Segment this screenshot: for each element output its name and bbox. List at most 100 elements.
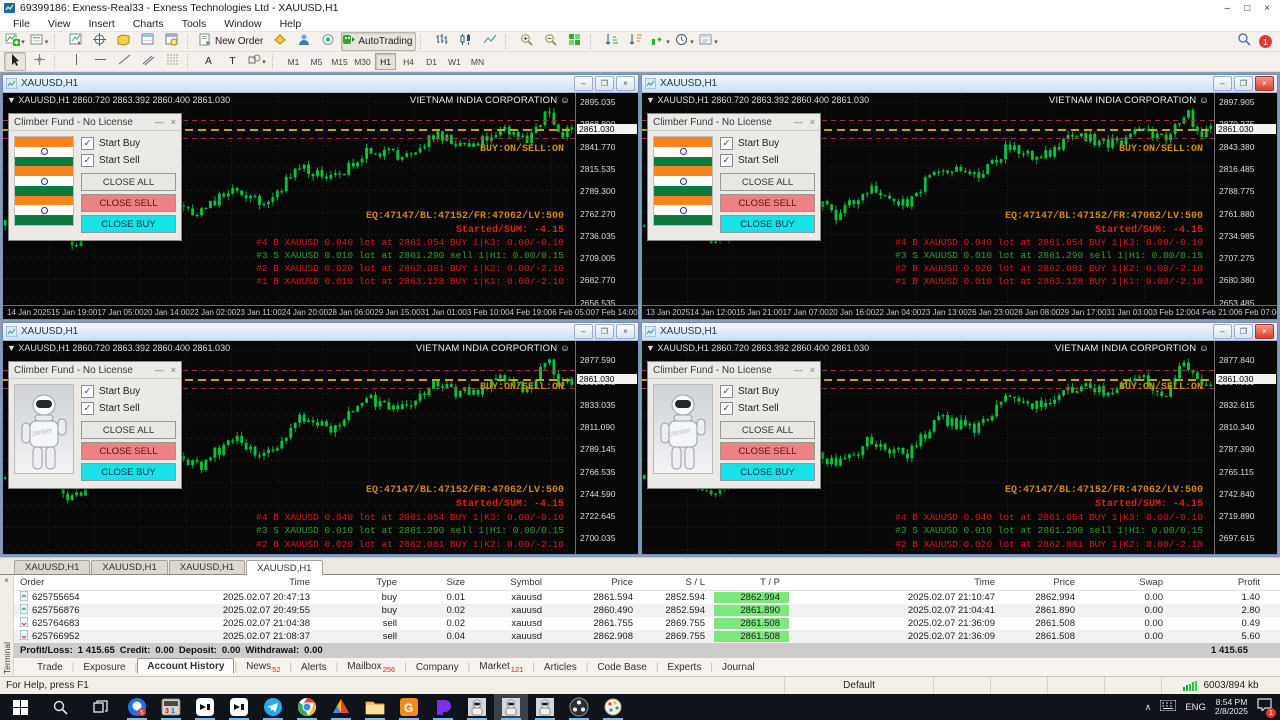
- chart-area[interactable]: ▼ XAUUSD,H1 2860.720 2863.392 2860.400 2…: [642, 341, 1277, 554]
- start-sell-checkbox[interactable]: ✓Start Sell: [81, 153, 176, 168]
- media-player-icon[interactable]: 31: [154, 694, 188, 720]
- paint-icon[interactable]: [596, 694, 630, 720]
- terminal-tab-mailbox[interactable]: Mailbox256: [338, 660, 404, 675]
- ea-panel[interactable]: Climber Fund - No License—×Climber✓Start…: [647, 361, 821, 489]
- column-header-profit[interactable]: Profit: [1172, 577, 1269, 588]
- drive-icon[interactable]: [324, 694, 358, 720]
- start-buy-checkbox[interactable]: ✓Start Buy: [720, 136, 815, 151]
- touch-keyboard-icon[interactable]: [1160, 698, 1176, 716]
- ea-panel[interactable]: Climber Fund - No License—×Climber✓Start…: [8, 361, 182, 489]
- price-scale[interactable]: 2897.9052870.2752843.3802816.4852788.775…: [1214, 93, 1277, 319]
- column-header-symbol[interactable]: Symbol: [474, 577, 551, 588]
- capcut-icon[interactable]: [188, 694, 222, 720]
- start-button[interactable]: [0, 694, 40, 720]
- start-buy-checkbox[interactable]: ✓Start Buy: [81, 136, 176, 151]
- autotrading-button[interactable]: AutoTrading: [341, 32, 416, 51]
- ea-minimize-icon[interactable]: —: [794, 365, 803, 375]
- trendline-tool-button[interactable]: [113, 52, 135, 71]
- line-chart-button[interactable]: [479, 32, 501, 51]
- close-sell-button[interactable]: CLOSE SELL: [720, 194, 815, 212]
- zalo-app-icon[interactable]: 5: [120, 694, 154, 720]
- new-order-button[interactable]: New Order: [198, 32, 267, 51]
- mt4-instance-icon-3[interactable]: [528, 694, 562, 720]
- close-button[interactable]: ×: [1264, 3, 1270, 14]
- horizontal-line-tool-button[interactable]: [89, 52, 111, 71]
- notification-badge[interactable]: 1: [1259, 35, 1272, 48]
- chart-area[interactable]: ▼ XAUUSD,H1 2860.720 2863.392 2860.400 2…: [3, 93, 638, 319]
- ea-close-icon[interactable]: ×: [171, 365, 176, 375]
- start-buy-checkbox[interactable]: ✓Start Buy: [720, 384, 815, 399]
- menu-tools[interactable]: Tools: [173, 18, 216, 30]
- terminal-tab-market[interactable]: Market121: [470, 660, 532, 675]
- menu-charts[interactable]: Charts: [124, 18, 173, 30]
- close-all-button[interactable]: CLOSE ALL: [720, 173, 815, 191]
- obs-icon[interactable]: [562, 694, 596, 720]
- ea-minimize-icon[interactable]: —: [155, 365, 164, 375]
- timeframe-w1-button[interactable]: W1: [444, 53, 465, 70]
- sound-button[interactable]: [317, 32, 339, 51]
- timeframe-m30-button[interactable]: M30: [352, 53, 373, 70]
- chart-close-button[interactable]: ×: [616, 76, 635, 91]
- tile-windows-button[interactable]: [564, 32, 586, 51]
- price-scale[interactable]: 2877.8402854.8902832.6152810.3402787.390…: [1214, 341, 1277, 554]
- templates-button[interactable]: ▾: [697, 32, 719, 51]
- start-buy-checkbox[interactable]: ✓Start Buy: [81, 384, 176, 399]
- bar-chart-button[interactable]: [431, 32, 453, 51]
- column-header-order[interactable]: Order: [14, 577, 134, 588]
- chart-minimize-button[interactable]: –: [1213, 324, 1232, 339]
- menu-window[interactable]: Window: [215, 18, 270, 30]
- menu-help[interactable]: Help: [271, 18, 311, 30]
- start-sell-checkbox[interactable]: ✓Start Sell: [81, 401, 176, 416]
- close-all-button[interactable]: CLOSE ALL: [81, 421, 176, 439]
- maximize-button[interactable]: □: [1244, 3, 1250, 14]
- terminal-button[interactable]: [137, 32, 159, 51]
- column-header-size[interactable]: Size: [406, 577, 474, 588]
- close-buy-button[interactable]: CLOSE BUY: [720, 215, 815, 233]
- timeframe-m15-button[interactable]: M15: [329, 53, 350, 70]
- history-row[interactable]: 6257556542025.02.07 20:47:13buy0.01xauus…: [14, 591, 1280, 604]
- timeframe-m1-button[interactable]: M1: [283, 53, 304, 70]
- chart-restore-button[interactable]: ❐: [595, 324, 614, 339]
- time-axis[interactable]: 13 Jan 202514 Jan 12:0015 Jan 21:0017 Ja…: [642, 305, 1277, 319]
- mt4-instance-icon-2[interactable]: [494, 694, 528, 720]
- close-all-button[interactable]: CLOSE ALL: [81, 173, 176, 191]
- close-sell-button[interactable]: CLOSE SELL: [81, 442, 176, 460]
- terminal-tab-company[interactable]: Company: [407, 661, 468, 674]
- chart-window-titlebar[interactable]: XAUUSD,H1–❐×: [3, 323, 638, 341]
- minimize-button[interactable]: –: [1225, 3, 1231, 14]
- capcut-icon-2[interactable]: [222, 694, 256, 720]
- timeframe-m5-button[interactable]: M5: [306, 53, 327, 70]
- vertical-line-tool-button[interactable]: [65, 52, 87, 71]
- ea-close-icon[interactable]: ×: [810, 117, 815, 127]
- chrome-icon[interactable]: [290, 694, 324, 720]
- action-center-icon[interactable]: 1: [1257, 698, 1272, 716]
- market-watch-button[interactable]: [65, 32, 87, 51]
- status-profile[interactable]: Default: [784, 677, 933, 694]
- chart-minimize-button[interactable]: –: [1213, 76, 1232, 91]
- terminal-tab-news[interactable]: News52: [237, 660, 289, 675]
- file-explorer-icon[interactable]: [358, 694, 392, 720]
- candlestick-chart-button[interactable]: [455, 32, 477, 51]
- crosshair-tool-button[interactable]: [28, 52, 50, 71]
- chart-area[interactable]: ▼ XAUUSD,H1 2860.720 2863.392 2860.400 2…: [642, 93, 1277, 319]
- column-header-time[interactable]: Time: [134, 577, 319, 588]
- language-indicator[interactable]: ENG: [1185, 702, 1206, 713]
- zoom-out-button[interactable]: [540, 32, 562, 51]
- history-row[interactable]: 6257568762025.02.07 20:49:55buy0.02xauus…: [14, 604, 1280, 617]
- chart-shift-button[interactable]: [625, 32, 647, 51]
- history-row[interactable]: 6257669522025.02.07 21:08:37sell0.04xauu…: [14, 630, 1280, 643]
- chart-window-titlebar[interactable]: XAUUSD,H1–❐×: [642, 323, 1277, 341]
- timeframe-h4-button[interactable]: H4: [398, 53, 419, 70]
- column-header-time[interactable]: Time: [789, 577, 1004, 588]
- search-icon[interactable]: [1237, 32, 1251, 51]
- time-axis[interactable]: 14 Jan 202515 Jan 19:0017 Jan 05:0020 Ja…: [3, 305, 638, 319]
- chart-restore-button[interactable]: ❐: [1234, 324, 1253, 339]
- chart-minimize-button[interactable]: –: [574, 324, 593, 339]
- history-row[interactable]: 6257646832025.02.07 21:04:38sell0.02xauu…: [14, 617, 1280, 630]
- channel-tool-button[interactable]: [137, 52, 159, 71]
- chart-tab-4[interactable]: XAUUSD,H1: [246, 560, 322, 575]
- column-header-type[interactable]: Type: [319, 577, 406, 588]
- column-header-tp[interactable]: T / P: [714, 577, 789, 588]
- chart-tab-2[interactable]: XAUUSD,H1: [91, 560, 167, 574]
- timeframe-h1-button[interactable]: H1: [375, 53, 396, 70]
